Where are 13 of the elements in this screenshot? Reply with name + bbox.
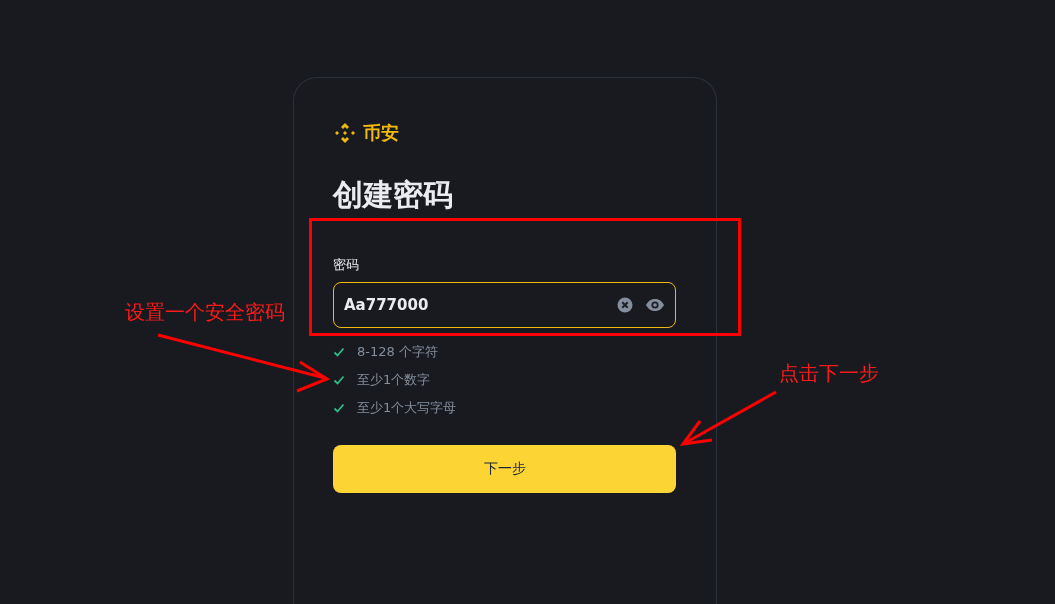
brand-name: 币安	[363, 121, 399, 145]
next-button[interactable]: 下一步	[333, 445, 676, 493]
eye-icon[interactable]	[645, 298, 665, 312]
callout-text: 点击下一步	[779, 360, 879, 386]
page-title: 创建密码	[333, 176, 454, 214]
field-label: 密码	[333, 256, 360, 274]
callout-text: 设置一个安全密码	[125, 299, 285, 325]
requirement-text: 至少1个大写字母	[357, 399, 457, 417]
clear-icon[interactable]	[617, 297, 633, 313]
diamond-logo-icon	[333, 121, 357, 145]
password-field[interactable]: Aa777000	[333, 282, 676, 328]
requirement-text: 至少1个数字	[357, 371, 431, 389]
requirement-text: 8-128 个字符	[357, 343, 438, 361]
